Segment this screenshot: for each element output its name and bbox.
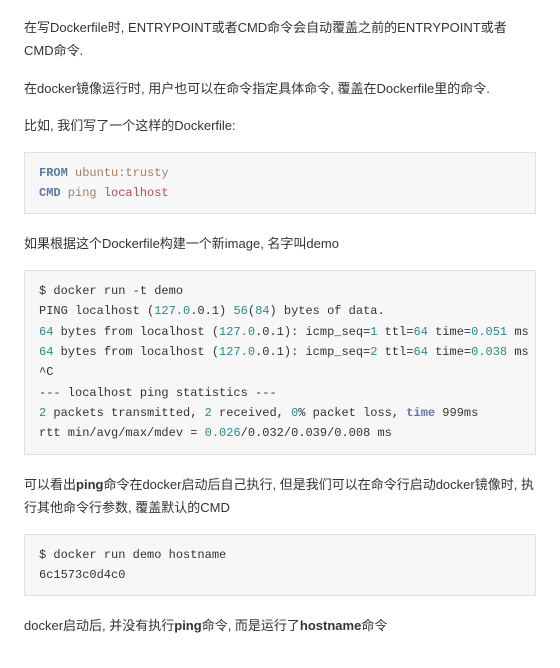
number: 2 (205, 406, 212, 420)
output-text: ttl= (377, 325, 413, 339)
number: 0.026 (205, 426, 241, 440)
output-text: PING localhost ( (39, 304, 154, 318)
text: 命令, 而是运行了 (202, 618, 300, 633)
paragraph-6: docker启动后, 并没有执行ping命令, 而是运行了hostname命令 (24, 614, 536, 637)
code-block-dockerfile: FROM ubuntu:trusty CMD ping localhost (24, 152, 536, 215)
output-text: ) bytes of data. (269, 304, 384, 318)
output-text: /0.032/0.039/0.008 ms (241, 426, 392, 440)
keyword-cmd: CMD (39, 186, 61, 200)
output-text: received, (212, 406, 291, 420)
output-text: bytes from localhost ( (53, 345, 219, 359)
output-text: .0.1) (190, 304, 233, 318)
paragraph-3: 比如, 我们写了一个这样的Dockerfile: (24, 114, 536, 137)
output-text: rtt min/avg/max/mdev = (39, 426, 205, 440)
output-text: 999ms (435, 406, 478, 420)
output-text: time= (428, 345, 471, 359)
output-text: 6c1573c0d4c0 (39, 568, 125, 582)
cmd-command: ping (61, 186, 97, 200)
number: 64 (39, 345, 53, 359)
text: 命令 (361, 618, 387, 633)
bold-ping: ping (174, 618, 201, 633)
shell-line: $ docker run -t demo (39, 284, 183, 298)
paragraph-1: 在写Dockerfile时, ENTRYPOINT或者CMD命令会自动覆盖之前的… (24, 16, 536, 63)
output-text: .0.1): icmp_seq= (255, 345, 370, 359)
text: 可以看出 (24, 477, 76, 492)
number: 64 (414, 345, 428, 359)
output-text: % packet loss, (298, 406, 406, 420)
output-text: time= (428, 325, 471, 339)
image-name: ubuntu:trusty (68, 166, 169, 180)
output-text: ^C (39, 365, 53, 379)
ip-fragment: 127.0 (219, 325, 255, 339)
output-text: ms (507, 345, 529, 359)
bold-ping: ping (76, 477, 103, 492)
number: 56 (233, 304, 247, 318)
output-text: .0.1): icmp_seq= (255, 325, 370, 339)
number: 64 (414, 325, 428, 339)
shell-line: $ docker run demo hostname (39, 548, 226, 562)
code-block-run-output: $ docker run -t demo PING localhost (127… (24, 270, 536, 455)
paragraph-2: 在docker镜像运行时, 用户也可以在命令指定具体命令, 覆盖在Dockerf… (24, 77, 536, 100)
output-text: ms (507, 325, 529, 339)
number: 0.051 (471, 325, 507, 339)
output-text: ( (248, 304, 255, 318)
code-block-hostname: $ docker run demo hostname 6c1573c0d4c0 (24, 534, 536, 597)
output-text: packets transmitted, (46, 406, 204, 420)
keyword-from: FROM (39, 166, 68, 180)
text: docker启动后, 并没有执行 (24, 618, 174, 633)
cmd-arg: localhost (97, 186, 169, 200)
paragraph-4: 如果根据这个Dockerfile构建一个新image, 名字叫demo (24, 232, 536, 255)
output-text: ttl= (377, 345, 413, 359)
output-text: bytes from localhost ( (53, 325, 219, 339)
number: 64 (39, 325, 53, 339)
ip-fragment: 127.0 (154, 304, 190, 318)
bold-hostname: hostname (300, 618, 361, 633)
number: 0.038 (471, 345, 507, 359)
number: 84 (255, 304, 269, 318)
keyword-time: time (406, 406, 435, 420)
output-text: --- localhost ping statistics --- (39, 386, 277, 400)
paragraph-5: 可以看出ping命令在docker启动后自己执行, 但是我们可以在命令行启动do… (24, 473, 536, 520)
ip-fragment: 127.0 (219, 345, 255, 359)
